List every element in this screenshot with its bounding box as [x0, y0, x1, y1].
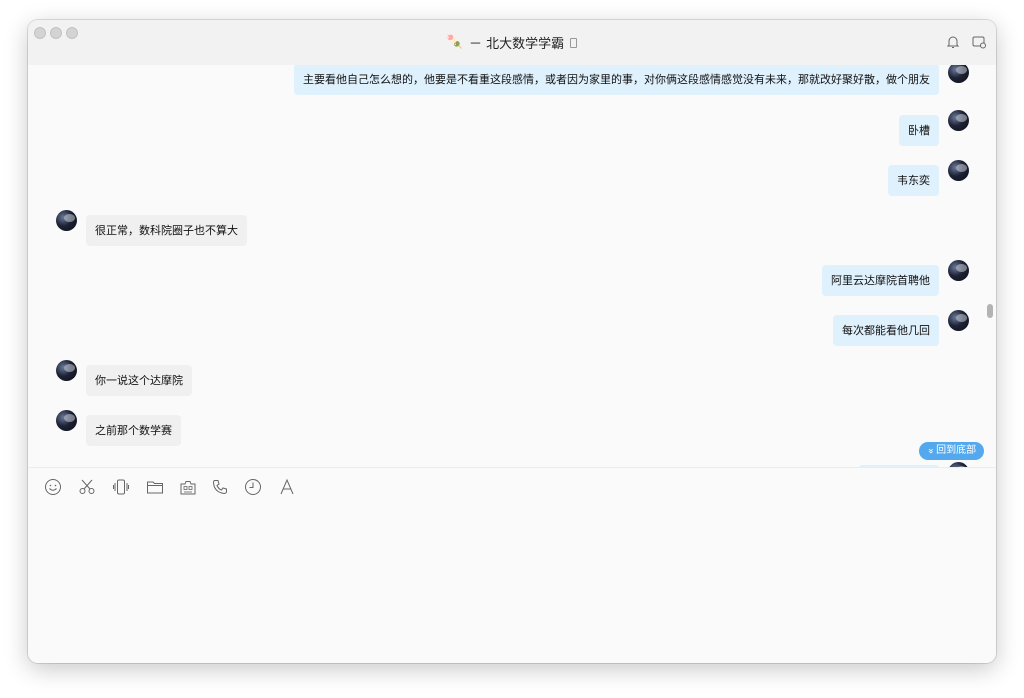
message-bubble[interactable]: 主要看他自己怎么想的，他要是不看重这段感情，或者因为家里的事，对你俩这段感情感觉… [294, 65, 939, 95]
contact-avatar[interactable] [56, 360, 77, 381]
screenshot-icon[interactable] [179, 478, 197, 496]
message-outgoing: 主要看他自己怎么想的，他要是不看重这段感情，或者因为家里的事，对你俩这段感情感觉… [294, 65, 969, 95]
bell-icon[interactable] [945, 34, 961, 50]
back-to-bottom-button[interactable]: » 回到底部 [919, 442, 985, 460]
message-bubble[interactable]: 很正常，数科院圈子也不算大 [86, 215, 247, 246]
title-emoji: 🍡 [446, 35, 464, 50]
message-incoming: 很正常，数科院圈子也不算大 [56, 210, 247, 246]
back-to-bottom-label: 回到底部 [936, 445, 977, 456]
message-incoming: 之前那个数学赛 [56, 410, 181, 446]
message-bubble[interactable]: 你一说这个达摩院 [86, 365, 192, 396]
contact-avatar[interactable] [56, 210, 77, 231]
folder-icon[interactable] [146, 478, 164, 496]
message-outgoing: 韦东奕 [888, 160, 969, 196]
window-title: 🍡 － 北大数学学霸 [28, 20, 996, 65]
emoji-icon[interactable] [44, 478, 62, 496]
message-bubble[interactable]: 阿里云达摩院首聘他 [822, 265, 939, 296]
scissors-icon[interactable] [78, 478, 96, 496]
chat-settings-icon[interactable] [971, 34, 987, 50]
phone-icon[interactable] [211, 478, 229, 496]
message-bubble[interactable]: 韦东奕 [888, 165, 939, 196]
message-bubble[interactable]: 每次都能看他几回 [833, 315, 939, 346]
my-avatar[interactable] [948, 65, 969, 83]
text-format-icon[interactable] [278, 478, 296, 496]
message-outgoing: 每次都能看他几回 [833, 310, 969, 346]
clock-icon[interactable] [244, 478, 262, 496]
chat-window: 🍡 － 北大数学学霸 主要看他自己怎么想的，他要是不看重这段感情，或者因为家里的… [28, 20, 996, 663]
message-bubble[interactable]: 之前那个数学赛 [86, 415, 181, 446]
double-chevron-down-icon: » [925, 447, 937, 455]
mobile-device-icon [570, 37, 578, 48]
title-bar: 🍡 － 北大数学学霸 [28, 20, 996, 66]
message-outgoing: 卧槽 [899, 110, 969, 146]
my-avatar[interactable] [948, 110, 969, 131]
contact-name: － 北大数学学霸 [469, 37, 565, 52]
message-bubble[interactable]: 卧槽 [899, 115, 939, 146]
message-outgoing: 阿里云达摩院首聘他 [822, 260, 969, 296]
contact-avatar[interactable] [56, 410, 77, 431]
chat-scrollbar[interactable] [987, 304, 993, 318]
shake-icon[interactable] [112, 478, 130, 496]
my-avatar[interactable] [948, 160, 969, 181]
message-list[interactable]: 主要看他自己怎么想的，他要是不看重这段感情，或者因为家里的事，对你俩这段感情感觉… [28, 65, 996, 467]
message-incoming: 你一说这个达摩院 [56, 360, 192, 396]
message-composer [28, 467, 996, 663]
my-avatar[interactable] [948, 260, 969, 281]
my-avatar[interactable] [948, 310, 969, 331]
